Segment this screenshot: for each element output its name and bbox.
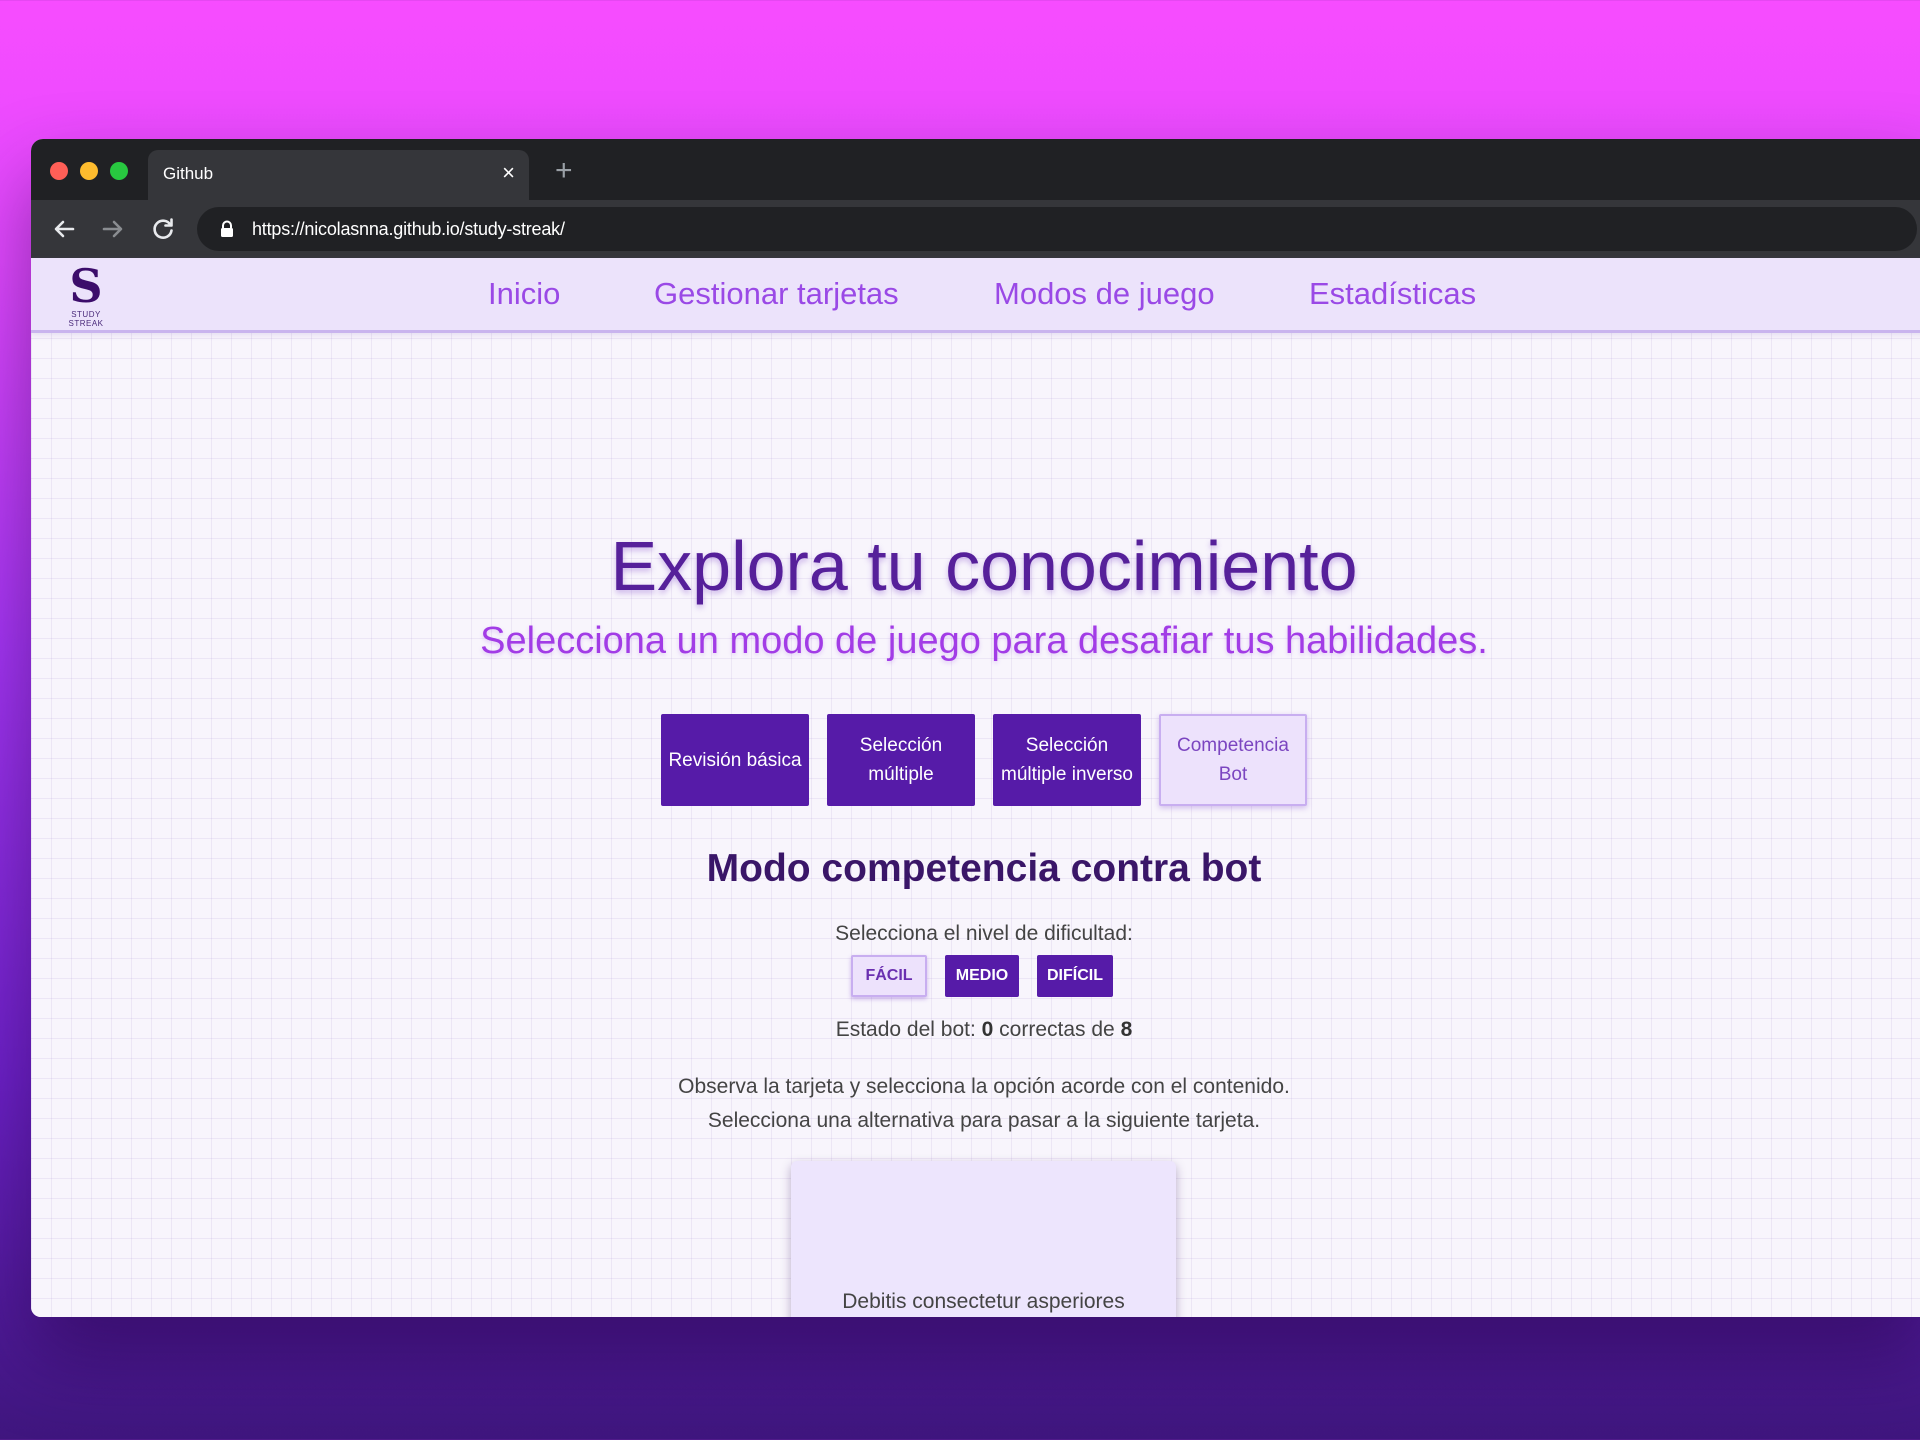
page-subtitle: Selecciona un modo de juego para desafia… [480,620,1488,662]
bot-status: Estado del bot: 0 correctas de 8 [31,1018,1920,1042]
nav-link-inicio[interactable]: Inicio [488,276,560,312]
logo-text: STUDY STREAK [68,310,104,328]
window-controls [50,162,128,180]
minimize-window-button[interactable] [80,162,98,180]
back-arrow-icon[interactable] [49,214,79,244]
lock-icon [221,220,233,237]
page-title: Explora tu conocimiento [610,527,1358,605]
instructions: Observa la tarjeta y selecciona la opció… [31,1070,1920,1138]
url-text: https://nicolasnna.github.io/study-strea… [252,219,565,239]
browser-toolbar: https://nicolasnna.github.io/study-strea… [31,200,1920,258]
instruction-line-1: Observa la tarjeta y selecciona la opció… [678,1075,1290,1098]
address-bar[interactable]: https://nicolasnna.github.io/study-strea… [197,207,1917,251]
site-navbar: S STUDY STREAK Inicio Gestionar tarjetas… [31,258,1920,333]
mode-button-competencia-bot[interactable]: Competencia Bot [1159,714,1307,806]
bot-status-prefix: Estado del bot: [835,1018,982,1041]
browser-window: Github × + https://nicolasnna.github.io/… [31,139,1920,1317]
close-window-button[interactable] [50,162,68,180]
mode-button-revision-basica[interactable]: Revisión básica [661,714,809,806]
forward-arrow-icon[interactable] [98,214,128,244]
nav-link-modos-de-juego[interactable]: Modos de juego [994,276,1215,312]
tab-bar: Github × + [31,139,1920,200]
difficulty-button-dificil[interactable]: DIFÍCIL [1037,955,1113,997]
nav-link-estadisticas[interactable]: Estadísticas [1309,276,1476,312]
reload-icon[interactable] [148,214,178,244]
difficulty-label: Selecciona el nivel de dificultad: [835,922,1133,945]
difficulty-button-facil[interactable]: FÁCIL [851,955,927,997]
maximize-window-button[interactable] [110,162,128,180]
section-title: Modo competencia contra bot [706,847,1262,890]
bot-status-middle: correctas de [993,1018,1121,1041]
difficulty-button-medio[interactable]: MEDIO [945,955,1019,997]
browser-tab[interactable]: Github × [148,150,529,200]
page-content: S STUDY STREAK Inicio Gestionar tarjetas… [31,258,1920,1317]
instruction-line-2: Selecciona una alternativa para pasar a … [707,1109,1261,1132]
study-streak-logo[interactable]: S STUDY STREAK [55,259,117,328]
mode-button-seleccion-multiple-inverso[interactable]: Selección múltiple inverso [993,714,1141,806]
logo-letter: S [69,259,103,313]
close-tab-icon[interactable]: × [502,161,515,185]
bot-correct-count: 0 [981,1018,994,1041]
flashcard-text: Debitis consectetur asperiores numquam r… [842,1290,1125,1313]
nav-link-gestionar-tarjetas[interactable]: Gestionar tarjetas [654,276,899,312]
bot-total-count: 8 [1120,1018,1133,1041]
mode-button-seleccion-multiple[interactable]: Selección múltiple [827,714,975,806]
flashcard[interactable]: Debitis consectetur asperiores numquam r… [791,1161,1176,1317]
tab-title: Github [163,164,214,183]
new-tab-icon[interactable]: + [555,156,573,186]
